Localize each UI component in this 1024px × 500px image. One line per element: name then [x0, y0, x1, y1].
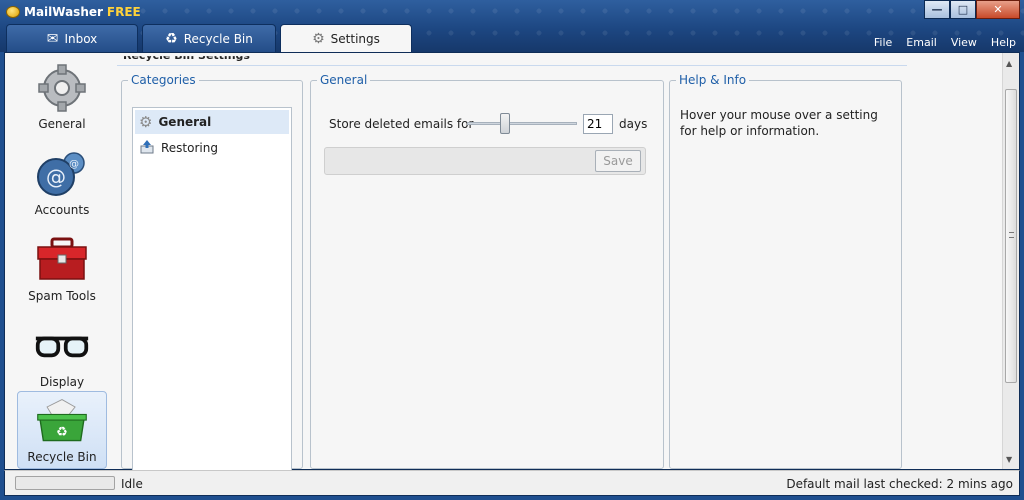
- tab-inbox-label: Inbox: [64, 31, 98, 46]
- categories-legend: Categories: [131, 73, 196, 87]
- menu-view[interactable]: View: [951, 36, 977, 49]
- categories-group: Categories ⚙ General Restoring: [121, 73, 303, 482]
- scroll-thumb[interactable]: [1005, 89, 1017, 383]
- status-bar: Idle Default mail last checked: 2 mins a…: [4, 470, 1020, 496]
- retention-slider-track[interactable]: [467, 122, 577, 125]
- menu-help[interactable]: Help: [991, 36, 1016, 49]
- gear-icon: ⚙: [139, 113, 153, 131]
- accounts-icon: @ @: [34, 149, 90, 199]
- store-deleted-label: Store deleted emails for: [329, 117, 474, 131]
- last-checked-text: Default mail last checked: 2 mins ago: [786, 477, 1013, 491]
- scroll-down-icon[interactable]: ▼: [1006, 455, 1012, 464]
- menu-file[interactable]: File: [874, 36, 892, 49]
- app-edition: FREE: [106, 5, 141, 19]
- main-panel: General @ @ Accounts Spam Tools Display …: [4, 52, 1020, 482]
- progress-bar: [15, 476, 115, 490]
- nav-general-label: General: [38, 117, 86, 131]
- tab-settings[interactable]: ⚙ Settings: [280, 24, 412, 53]
- svg-text:♻: ♻: [56, 425, 68, 440]
- app-title: MailWasher FREE: [6, 3, 141, 21]
- status-state: Idle: [121, 477, 143, 491]
- help-info-group: Help & Info Hover your mouse over a sett…: [669, 73, 902, 469]
- tab-recycle-bin[interactable]: ♻ Recycle Bin: [142, 24, 276, 52]
- minimize-button[interactable]: —: [924, 0, 950, 19]
- gear-icon: ⚙: [312, 31, 325, 47]
- nav-accounts-label: Accounts: [34, 203, 90, 217]
- days-unit-label: days: [619, 117, 648, 131]
- category-item-restoring[interactable]: Restoring: [135, 136, 289, 160]
- scroll-up-icon[interactable]: ▲: [1006, 59, 1012, 68]
- maximize-button[interactable]: □: [950, 0, 976, 19]
- menu-email[interactable]: Email: [906, 36, 937, 49]
- tab-inbox[interactable]: ✉ Inbox: [6, 24, 138, 52]
- glasses-icon: [34, 321, 90, 371]
- nav-spam-tools-label: Spam Tools: [28, 289, 96, 303]
- category-general-label: General: [158, 115, 212, 129]
- nav-display-label: Display: [39, 375, 85, 389]
- nav-item-recycle-bin[interactable]: ♻ Recycle Bin: [17, 391, 107, 469]
- nav-recycle-bin-label: Recycle Bin: [27, 450, 97, 464]
- help-info-legend: Help & Info: [679, 73, 747, 87]
- title-bar: MailWasher FREE — □ ✕ ✉ Inbox ♻ Recycle B…: [0, 0, 1024, 53]
- page-title-divider: [117, 65, 907, 66]
- category-restoring-label: Restoring: [161, 141, 218, 155]
- recycle-bin-icon: ♻: [34, 396, 90, 446]
- menu-bar: File Email View Help: [874, 36, 1016, 49]
- tab-recycle-bin-label: Recycle Bin: [183, 31, 253, 46]
- toolbox-icon: [34, 235, 90, 285]
- tab-settings-label: Settings: [330, 32, 380, 46]
- nav-item-general[interactable]: General: [17, 57, 107, 135]
- svg-text:@: @: [46, 165, 66, 189]
- retention-slider-thumb[interactable]: [500, 113, 510, 134]
- vertical-scrollbar[interactable]: ▲ ▼: [1002, 53, 1019, 469]
- left-nav: General @ @ Accounts Spam Tools Display …: [5, 53, 115, 469]
- nav-item-accounts[interactable]: @ @ Accounts: [17, 143, 107, 221]
- help-info-text: Hover your mouse over a setting for help…: [680, 108, 878, 138]
- nav-item-spam-tools[interactable]: Spam Tools: [17, 229, 107, 307]
- envelope-icon: ✉: [46, 30, 59, 47]
- retention-days-input[interactable]: [583, 114, 613, 134]
- restore-icon: [139, 139, 155, 158]
- app-logo-icon: [6, 6, 20, 18]
- nav-item-display[interactable]: Display: [17, 315, 107, 393]
- save-button[interactable]: Save: [595, 150, 641, 172]
- general-legend: General: [320, 73, 368, 87]
- recycle-icon: ♻: [165, 30, 178, 47]
- save-panel: Save: [324, 147, 646, 175]
- grip-icon: [1009, 232, 1014, 238]
- gear-icon: [34, 63, 90, 113]
- general-group: General Store deleted emails for days Sa…: [310, 73, 664, 469]
- category-item-general[interactable]: ⚙ General: [135, 110, 289, 134]
- categories-list: ⚙ General Restoring: [132, 107, 292, 482]
- svg-text:@: @: [69, 159, 79, 170]
- app-name: MailWasher: [24, 5, 103, 19]
- window-controls: — □ ✕: [924, 0, 1020, 19]
- close-button[interactable]: ✕: [976, 0, 1020, 19]
- main-tabs: ✉ Inbox ♻ Recycle Bin ⚙ Settings: [6, 24, 412, 53]
